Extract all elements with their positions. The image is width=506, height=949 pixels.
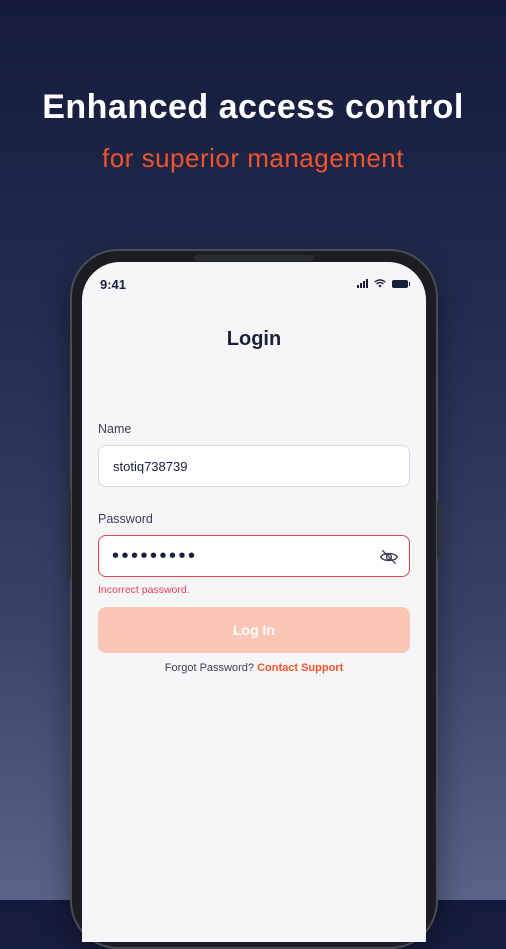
login-title: Login <box>226 328 282 350</box>
battery-icon <box>392 279 410 288</box>
password-label: Password <box>98 512 153 526</box>
name-label: Name <box>98 422 132 436</box>
wifi-icon <box>374 279 386 288</box>
password-field[interactable]: ••••••••• <box>98 535 410 577</box>
headline: Enhanced access control <box>42 88 464 126</box>
forgot-password-text: Forgot Password? <box>164 662 255 674</box>
password-field-value: ••••••••• <box>112 545 198 567</box>
forgot-password-line: Forgot Password? Contact Support <box>82 662 426 674</box>
phone-frame: 9:41 Login Name stotiq738739 Password ••… <box>67 249 441 949</box>
phone-speaker <box>194 255 314 261</box>
signal-icon <box>357 279 368 288</box>
phone-side-button-right <box>437 501 441 559</box>
contact-support-link[interactable]: Contact Support <box>257 662 343 674</box>
status-icons <box>357 279 410 288</box>
login-button[interactable]: Log In <box>98 607 410 653</box>
status-time: 9:41 <box>100 277 127 292</box>
eye-off-icon[interactable] <box>379 547 399 567</box>
status-bar: 9:41 <box>82 262 426 306</box>
password-error: Incorrect password. <box>98 584 190 596</box>
phone-screen: 9:41 Login Name stotiq738739 Password ••… <box>82 262 426 942</box>
phone-side-button-left <box>67 489 71 579</box>
name-field-value: stotiq738739 <box>113 459 188 474</box>
name-field[interactable]: stotiq738739 <box>98 445 410 487</box>
subheadline: for superior management <box>102 143 404 173</box>
